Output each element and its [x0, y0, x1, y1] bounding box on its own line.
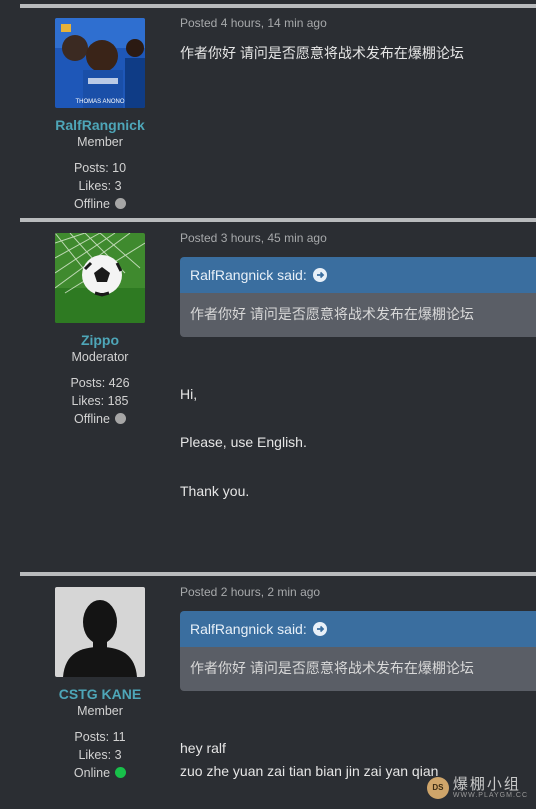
post-count: Posts: 426 [70, 376, 130, 390]
username[interactable]: RalfRangnick [20, 117, 180, 133]
offline-status-dot-icon [114, 198, 126, 209]
avatar[interactable] [55, 233, 145, 323]
reply-line: Thank you. [180, 483, 250, 499]
user-role: Member [77, 135, 123, 149]
reply-line: hey ralf [180, 740, 226, 756]
user-panel: Zippo Moderator Posts: 426 Likes: 185 Of… [20, 233, 180, 428]
post-divider [20, 572, 536, 576]
post-3: CSTG KANE Member Posts: 11 Likes: 3 Onli… [20, 572, 536, 809]
user-panel: THOMAS ANONO RalfRangnick Member Posts: … [20, 18, 180, 213]
post-content: Posted 2 hours, 2 min ago [180, 585, 536, 599]
watermark-logo-icon: DS [426, 777, 449, 799]
avatar-caption: THOMAS ANONO [75, 99, 124, 105]
user-role: Member [77, 704, 123, 718]
post-timestamp: Posted 4 hours, 14 min ago [180, 16, 327, 30]
status-row: Online [20, 764, 180, 782]
quote-author[interactable]: RalfRangnick said: [190, 621, 307, 637]
like-count: Likes: 3 [78, 179, 122, 193]
status-label: Online [73, 766, 111, 780]
username[interactable]: Zippo [20, 332, 180, 348]
post-count: Posts: 10 [73, 161, 127, 175]
post-timestamp: Posted 3 hours, 45 min ago [180, 231, 327, 245]
arrow-circle-right-icon[interactable] [312, 268, 327, 282]
status-label: Offline [74, 197, 110, 211]
post-1: THOMAS ANONO RalfRangnick Member Posts: … [20, 4, 536, 214]
quote-header[interactable]: RalfRangnick said: [180, 611, 536, 647]
user-role: Moderator [71, 350, 129, 364]
offline-status-dot-icon [114, 413, 126, 424]
like-count: Likes: 3 [78, 748, 122, 762]
post-count: Posts: 11 [74, 730, 126, 744]
post-divider [20, 4, 536, 8]
reply-line: Please, use English. [180, 434, 307, 450]
quote-block: RalfRangnick said: 作者你好 请问是否愿意将战术发布在爆棚论坛 [180, 611, 536, 691]
quote-block: RalfRangnick said: 作者你好 请问是否愿意将战术发布在爆棚论坛 [180, 257, 536, 337]
post-content: Posted 3 hours, 45 min ago [180, 231, 536, 245]
post-divider [20, 218, 536, 222]
reply-line: Hi, [180, 386, 198, 402]
status-row: Offline [20, 410, 180, 428]
reply-line: zuo zhe yuan zai tian bian jin zai yan q… [180, 763, 439, 779]
quote-header[interactable]: RalfRangnick said: [180, 257, 536, 293]
like-count: Likes: 185 [71, 394, 129, 408]
post-content: Posted 4 hours, 14 min ago 作者你好 请问是否愿意将战… [180, 16, 536, 63]
arrow-circle-right-icon[interactable] [312, 622, 327, 636]
watermark-text: 爆棚小组 [452, 775, 521, 793]
avatar[interactable]: THOMAS ANONO [55, 18, 145, 108]
watermark-url: WWW.PLAYGM.CC [452, 792, 528, 799]
status-row: Offline [20, 195, 180, 213]
post-2: Zippo Moderator Posts: 426 Likes: 185 Of… [20, 218, 536, 568]
user-panel: CSTG KANE Member Posts: 11 Likes: 3 Onli… [20, 587, 180, 782]
site-watermark: DS 爆棚小组 WWW.PLAYGM.CC [426, 775, 528, 799]
post-message: 作者你好 请问是否愿意将战术发布在爆棚论坛 [180, 45, 464, 61]
quote-text: 作者你好 请问是否愿意将战术发布在爆棚论坛 [180, 647, 536, 691]
username[interactable]: CSTG KANE [20, 686, 180, 702]
quote-text: 作者你好 请问是否愿意将战术发布在爆棚论坛 [180, 293, 536, 337]
post-timestamp: Posted 2 hours, 2 min ago [180, 585, 321, 599]
quote-author[interactable]: RalfRangnick said: [190, 267, 307, 283]
avatar[interactable] [55, 587, 145, 677]
status-label: Offline [74, 412, 110, 426]
online-status-dot-icon [115, 767, 127, 778]
